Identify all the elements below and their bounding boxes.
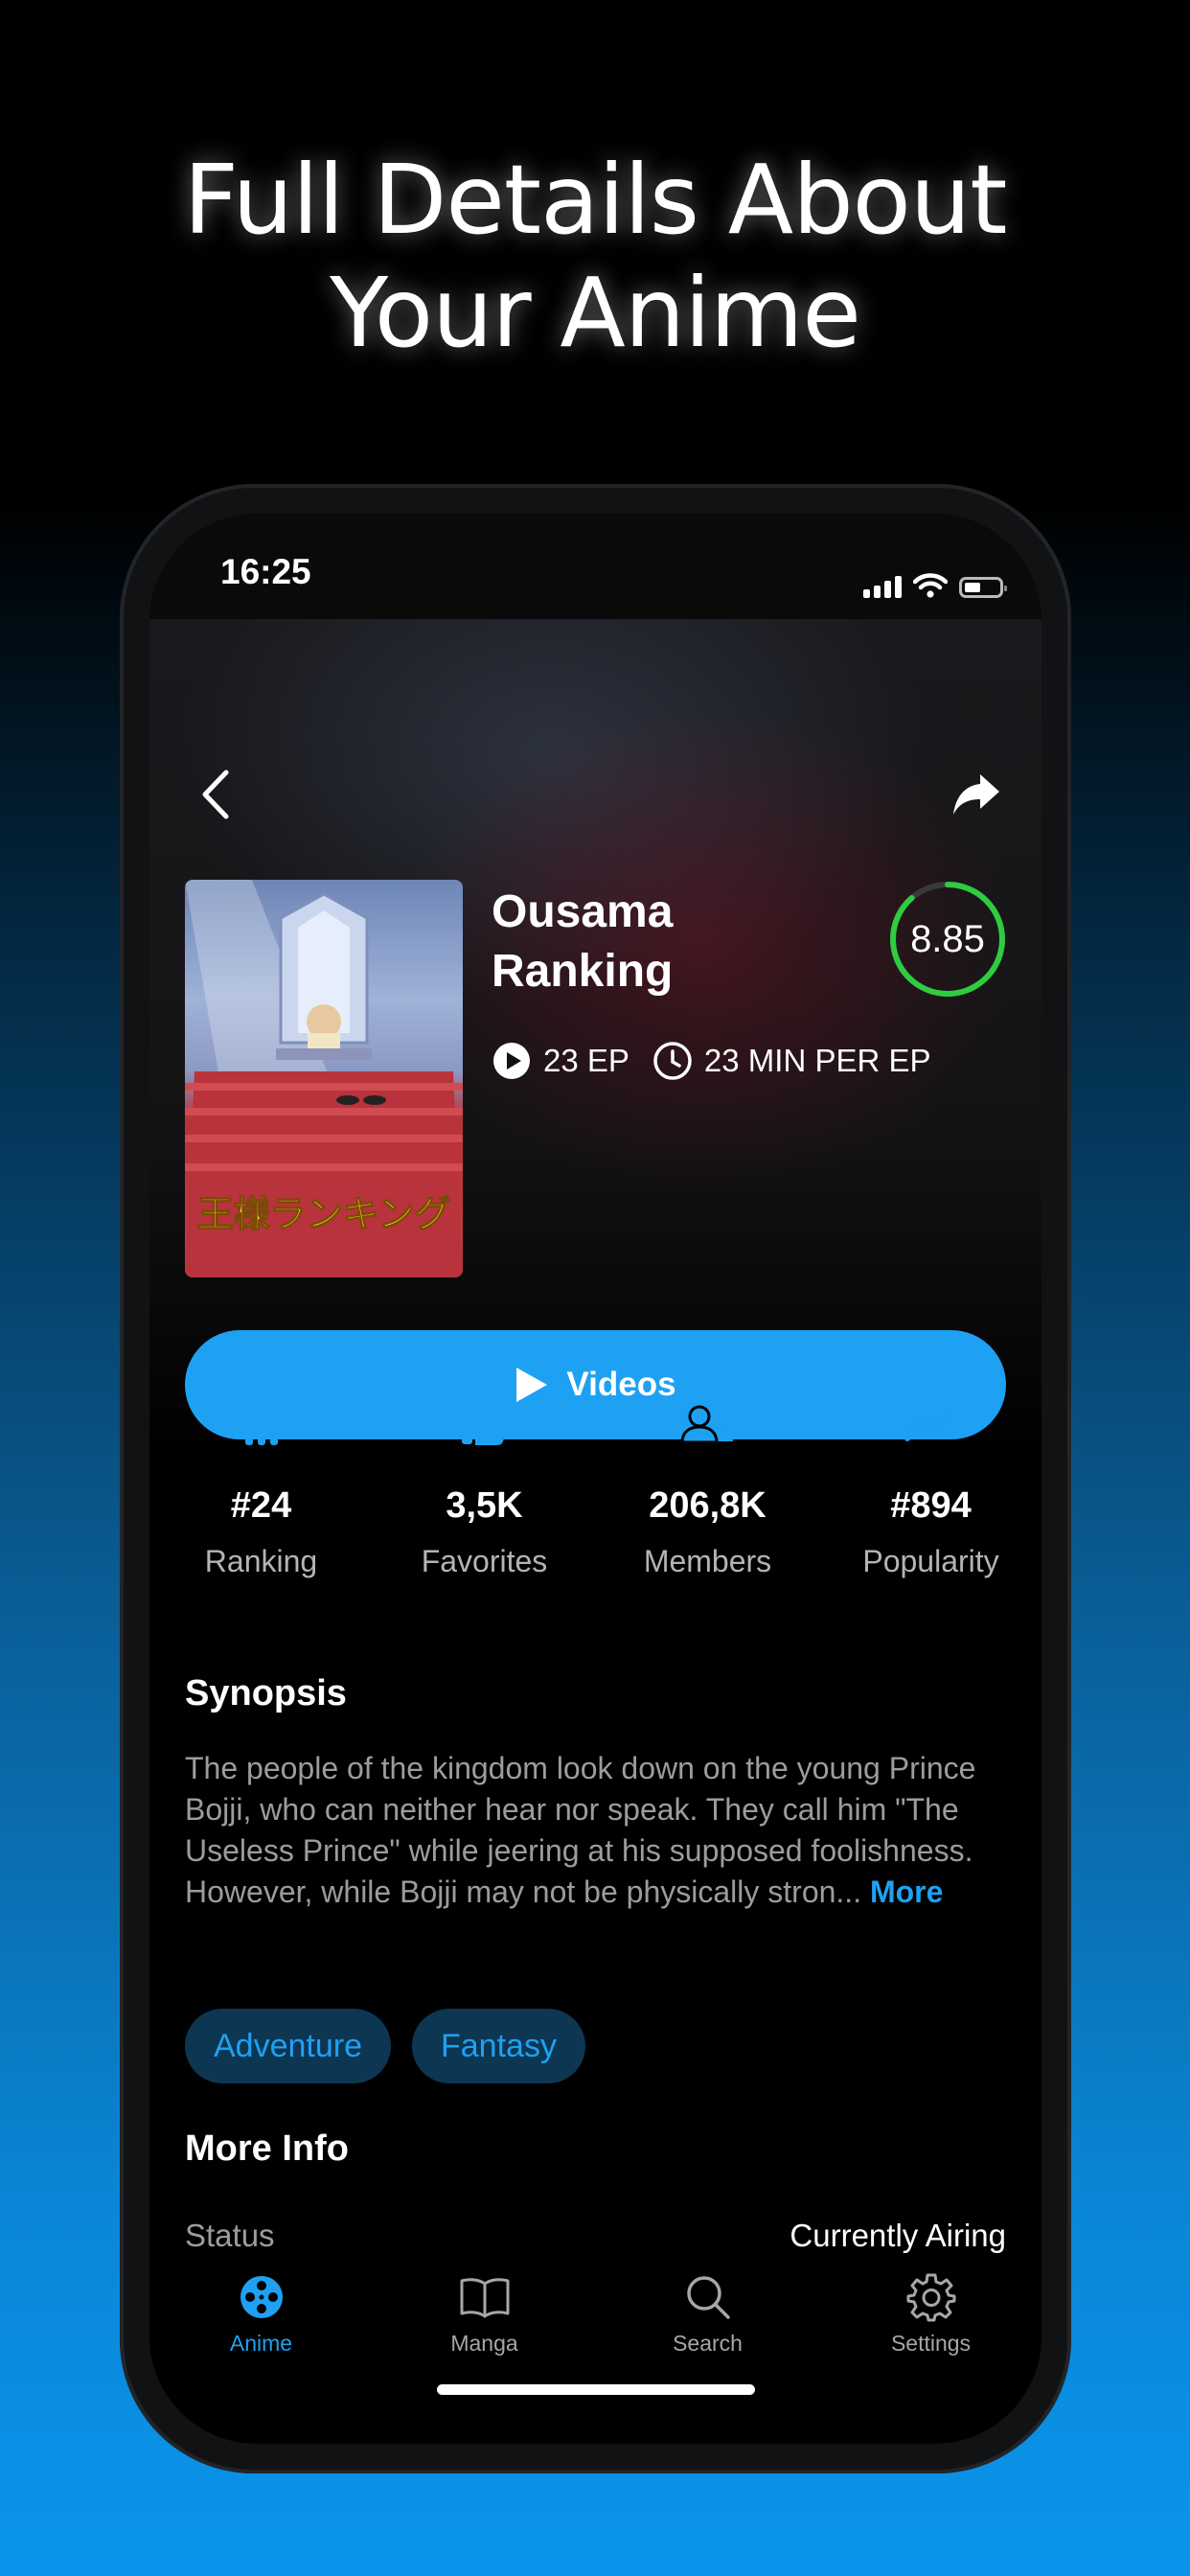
info-value: Currently Airing: [790, 2218, 1006, 2253]
stat-label: Popularity: [862, 1544, 999, 1578]
synopsis-more-link[interactable]: More: [870, 1874, 943, 1909]
tab-label: Manga: [450, 2331, 518, 2356]
search-icon: [686, 2276, 730, 2319]
clock-icon: [653, 1042, 692, 1080]
stat-favorites: 3,5K Favorites: [373, 1395, 596, 1579]
users-icon: [679, 1405, 733, 1443]
poster-title-art: 王様ランキング: [197, 1193, 451, 1235]
tab-label: Search: [673, 2331, 743, 2356]
stat-ranking: #24 Ranking: [149, 1395, 373, 1579]
score-ring: 8.85: [888, 880, 1007, 999]
status-icons: [863, 573, 1007, 598]
battery-icon: [959, 577, 1007, 598]
stat-label: Ranking: [204, 1544, 318, 1578]
book-icon: [460, 2278, 509, 2318]
tab-bar: Anime Manga Search Settings: [149, 2260, 1041, 2444]
status-bar: 16:25: [149, 514, 1041, 619]
episode-duration: 23 MIN PER EP: [703, 1043, 931, 1078]
info-row-status: Status Currently Airing: [185, 2218, 1006, 2254]
app-screen: 16:25 王様ランキング Ousama Ranking 8.85 23 EP …: [149, 514, 1041, 2444]
more-info-title: More Info: [185, 2128, 349, 2169]
stat-popularity: #894 Popularity: [819, 1395, 1041, 1579]
genre-tag-fantasy[interactable]: Fantasy: [412, 2009, 585, 2083]
tab-settings[interactable]: Settings: [819, 2269, 1041, 2357]
bar-chart-icon: [244, 1407, 278, 1445]
anime-title-line-2: Ranking: [492, 946, 674, 997]
home-indicator[interactable]: [437, 2384, 755, 2395]
cellular-signal-icon: [863, 576, 902, 598]
play-circle-icon: [493, 1043, 530, 1079]
stat-label: Members: [643, 1544, 772, 1578]
episode-count: 23 EP: [543, 1043, 629, 1078]
film-reel-icon: [240, 2276, 283, 2318]
tab-label: Settings: [890, 2331, 972, 2356]
info-key: Status: [185, 2218, 275, 2253]
synopsis-text-block: The people of the kingdom look down on t…: [185, 1748, 1018, 1913]
stat-members: 206,8K Members: [596, 1395, 819, 1579]
headline-line-2: Your Anime: [330, 257, 861, 369]
tab-manga[interactable]: Manga: [373, 2269, 596, 2357]
status-time: 16:25: [220, 552, 311, 591]
genre-tag-adventure[interactable]: Adventure: [185, 2009, 391, 2083]
thumbs-up-icon: [461, 1405, 509, 1445]
phone-frame: 16:25 王様ランキング Ousama Ranking 8.85 23 EP …: [120, 484, 1071, 2473]
anime-meta: 23 EP 23 MIN PER EP: [492, 1041, 930, 1081]
anime-hero: 王様ランキング Ousama Ranking 8.85 23 EP 23 MIN…: [149, 619, 1041, 1462]
genre-tags: Adventure Fantasy: [185, 2009, 585, 2083]
stat-value: 206,8K: [649, 1485, 767, 1526]
stat-label: Favorites: [421, 1544, 548, 1578]
synopsis-title: Synopsis: [185, 1673, 347, 1714]
tab-label: Anime: [229, 2331, 293, 2356]
headline-line-1: Full Details About: [183, 144, 1008, 256]
stat-value: 3,5K: [446, 1485, 523, 1526]
tab-search[interactable]: Search: [596, 2269, 819, 2357]
share-icon[interactable]: [948, 765, 1005, 822]
marketing-headline: Full Details About Your Anime: [0, 144, 1190, 370]
stat-value: #894: [890, 1485, 972, 1526]
poster-artwork: 王様ランキング: [185, 880, 463, 1277]
stat-value: #24: [230, 1485, 292, 1526]
synopsis-text: The people of the kingdom look down on t…: [185, 1751, 976, 1909]
gear-icon: [906, 2273, 955, 2322]
back-icon[interactable]: [188, 761, 245, 828]
trending-up-icon: [904, 1409, 955, 1441]
anime-poster[interactable]: 王様ランキング: [185, 880, 463, 1277]
tab-anime[interactable]: Anime: [149, 2269, 373, 2357]
anime-title-line-1: Ousama: [492, 886, 674, 937]
anime-title: Ousama Ranking: [492, 883, 856, 1001]
stats-row: #24 Ranking 3,5K Favorites 206,8K Member…: [149, 1395, 1041, 1606]
wifi-icon: [913, 573, 948, 598]
score-value: 8.85: [910, 918, 985, 960]
